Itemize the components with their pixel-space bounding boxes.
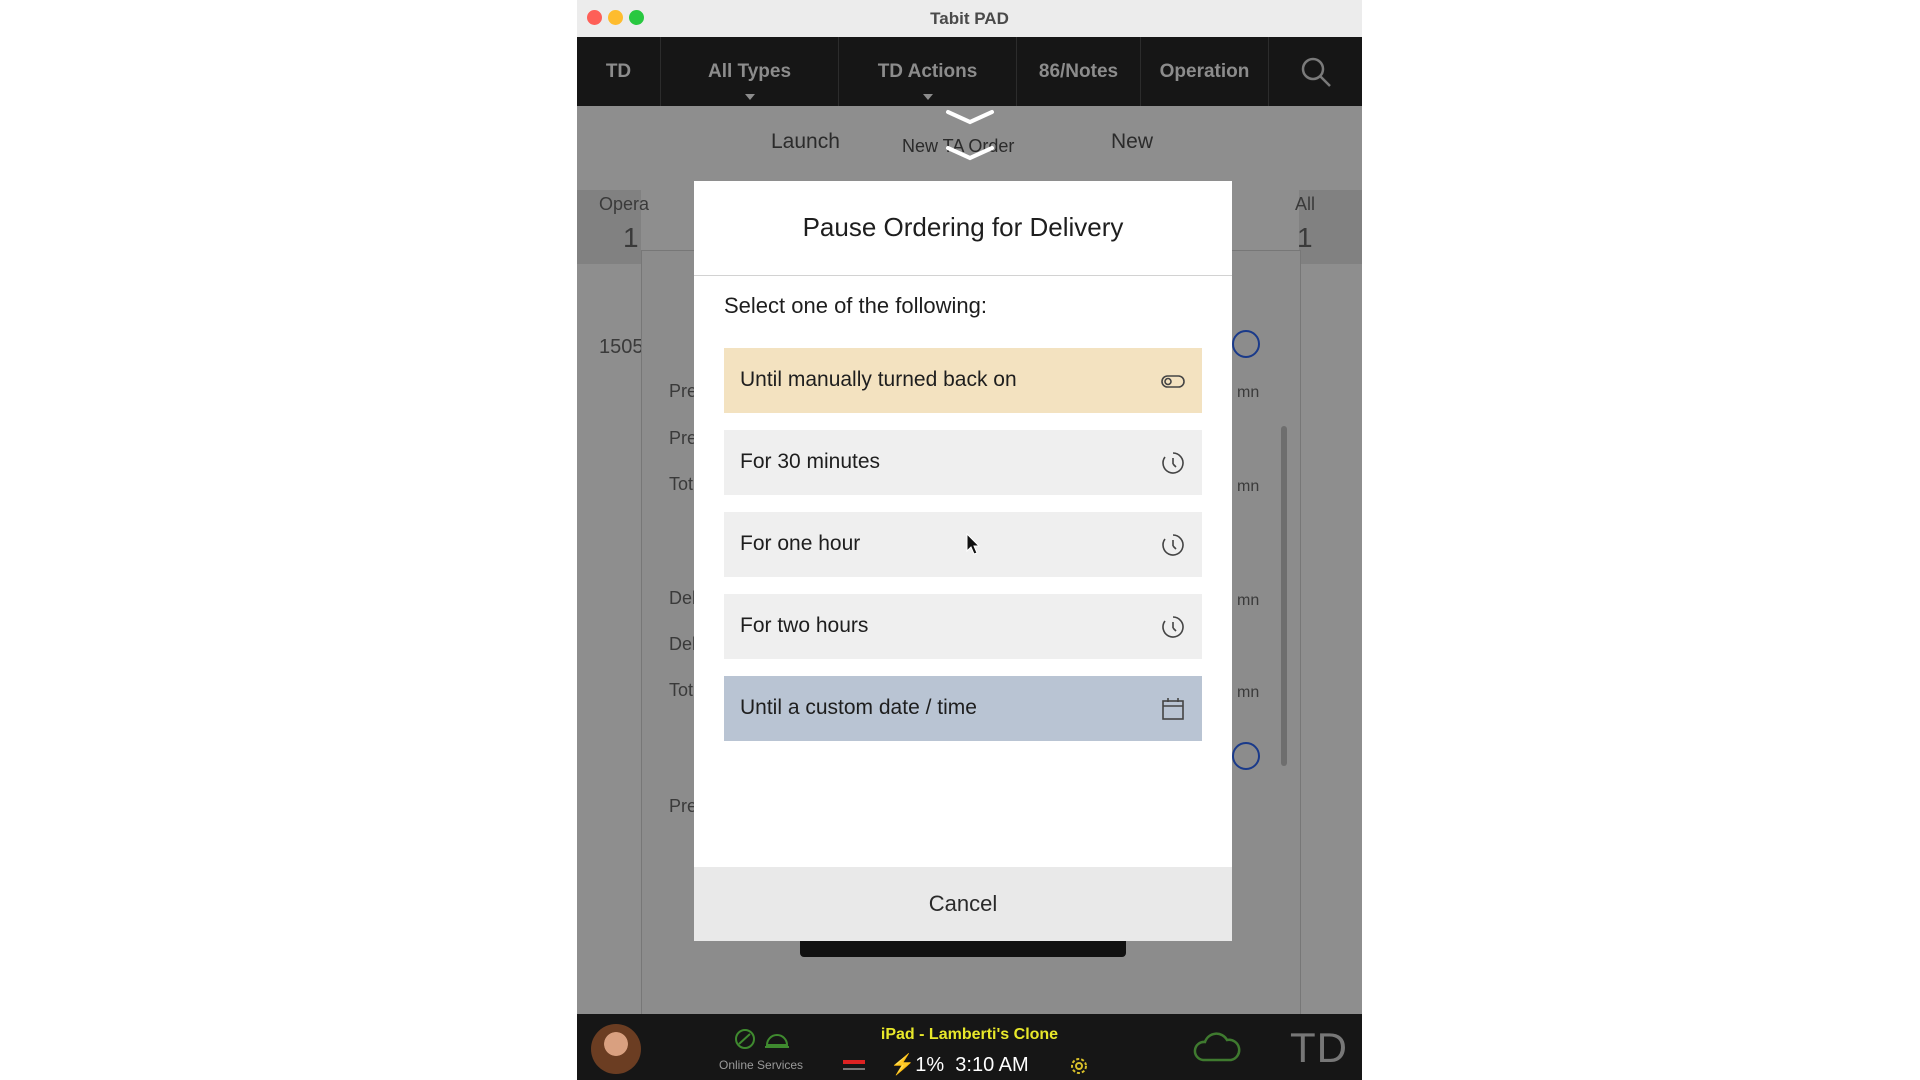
nav-td-label: TD [605, 61, 632, 82]
bg-row-label: Pre [669, 796, 698, 816]
option-one-hour[interactable]: For one hour [724, 512, 1202, 577]
mouse-cursor-icon [966, 533, 981, 555]
background-scrollbar[interactable] [1281, 426, 1287, 766]
cloud-icon[interactable] [1193, 1030, 1241, 1064]
clock-time: 3:10 AM [955, 1054, 1029, 1076]
nav-all-types[interactable]: All Types [661, 37, 839, 106]
nav-td[interactable]: TD [577, 37, 661, 106]
dialog-prompt: Select one of the following: [724, 293, 987, 318]
search-button[interactable] [1269, 37, 1362, 106]
top-navigation: TD All Types TD Actions 86/Notes Operati… [577, 37, 1362, 106]
timer-icon [1162, 534, 1184, 556]
bg-row-label: Pre [669, 381, 698, 401]
bg-row-label: Del [669, 588, 697, 608]
hidden-action-button [800, 941, 1126, 957]
timer-icon [1162, 616, 1184, 638]
bg-row-label: Del [669, 634, 697, 654]
mode-label: TD [1290, 1024, 1348, 1071]
nav-operation[interactable]: Operation [1141, 37, 1269, 106]
bg-status-ring [1232, 742, 1260, 770]
title-bar: Tabit PAD [577, 0, 1362, 38]
chevron-down-icon [922, 94, 933, 100]
cancel-button[interactable]: Cancel [694, 867, 1232, 941]
toggle-icon [1161, 375, 1185, 388]
battery-level: ⚡1% [890, 1054, 945, 1076]
option-label: Until a custom date / time [740, 696, 977, 719]
calendar-icon [1162, 698, 1184, 720]
window-title: Tabit PAD [930, 9, 1009, 28]
nav-td-actions[interactable]: TD Actions [839, 37, 1017, 106]
bg-order-number: 1505 [599, 336, 644, 358]
nav-86-notes[interactable]: 86/Notes [1017, 37, 1141, 106]
bg-left-stat-label: Opera [599, 194, 650, 214]
option-until-manual[interactable]: Until manually turned back on [724, 348, 1202, 413]
bg-row-label: Tot [669, 680, 694, 700]
nav-operation-label: Operation [1159, 61, 1250, 82]
pause-ordering-dialog: Pause Ordering for Delivery Select one o… [694, 181, 1232, 941]
option-label: For one hour [740, 532, 861, 555]
option-30-minutes[interactable]: For 30 minutes [724, 430, 1202, 495]
nav-86-notes-label: 86/Notes [1038, 61, 1119, 82]
bg-row-label: Pre [669, 428, 698, 448]
option-label: For 30 minutes [740, 450, 881, 473]
dialog-title: Pause Ordering for Delivery [802, 212, 1124, 242]
option-label: Until manually turned back on [740, 368, 1017, 391]
bg-status-ring [1232, 330, 1260, 358]
bg-row-label: Tot [669, 474, 694, 494]
nav-td-actions-label: TD Actions [877, 61, 978, 82]
settings-gear-icon[interactable] [1068, 1055, 1090, 1077]
bg-row-suffix: mn [1237, 684, 1260, 701]
option-label: For two hours [740, 614, 869, 637]
bg-right-stat-label: All [1295, 194, 1316, 214]
timer-icon [1162, 452, 1184, 474]
bg-row-suffix: mn [1237, 478, 1260, 495]
bg-row-suffix: mn [1237, 384, 1260, 401]
search-icon [1301, 57, 1331, 87]
option-custom-date-time[interactable]: Until a custom date / time [724, 676, 1202, 741]
nav-all-types-label: All Types [707, 61, 792, 82]
bg-row-suffix: mn [1237, 592, 1260, 609]
bottom-status-bar: Online Services iPad - Lamberti's Clone … [577, 1014, 1362, 1080]
device-name: iPad - Lamberti's Clone [880, 1026, 1059, 1043]
bg-left-stat-value: 1 [623, 222, 639, 253]
option-two-hours[interactable]: For two hours [724, 594, 1202, 659]
collapse-chevron-icon[interactable] [800, 102, 1140, 162]
divider [694, 275, 1232, 276]
chevron-down-icon [744, 94, 755, 100]
battery-time: ⚡1% 3:10 AM [577, 1052, 1362, 1077]
